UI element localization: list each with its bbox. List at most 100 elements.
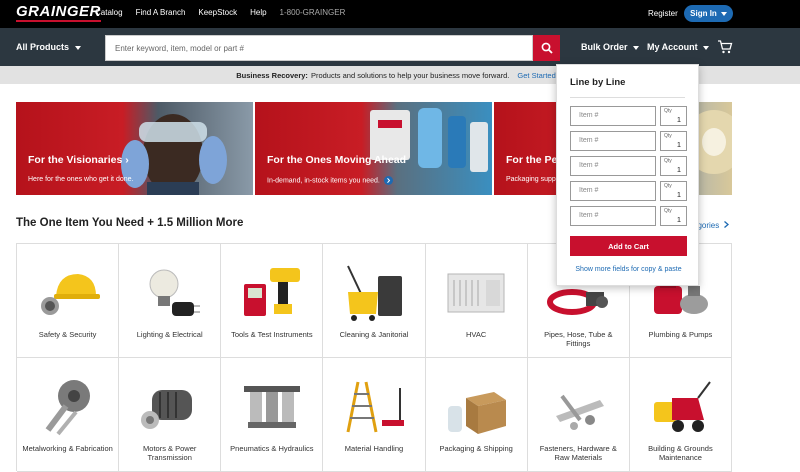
sign-in-label: Sign In <box>690 9 717 18</box>
qty-input[interactable]: Qty 1 <box>660 131 687 151</box>
mop-bucket-icon <box>347 265 402 321</box>
drill-icon <box>243 268 300 316</box>
item-number-input[interactable]: Item # <box>570 206 656 226</box>
cart-icon <box>718 40 733 54</box>
category-cleaning-janitorial[interactable]: Cleaning & Janitorial <box>323 244 426 358</box>
category-fasteners[interactable]: Fasteners, Hardware & Raw Materials <box>527 358 630 472</box>
help-link[interactable]: Help <box>250 8 266 17</box>
qty-value: 1 <box>676 215 681 224</box>
hero-moving-ahead[interactable]: For the Ones Moving Ahead In-demand, in-… <box>255 102 492 195</box>
section-title: The One Item You Need + 1.5 Million More <box>16 217 244 229</box>
category-label: Motors & Power Transmission <box>143 444 197 462</box>
register-link[interactable]: Register <box>648 9 678 18</box>
fasteners-icon <box>556 394 605 430</box>
hero-title: For the Visionaries › <box>28 154 129 166</box>
bulk-order-menu[interactable]: Bulk Order <box>581 42 640 52</box>
banner-text: Products and solutions to help your busi… <box>310 70 510 80</box>
category-safety-security[interactable]: Safety & Security <box>17 244 120 358</box>
category-material-handling[interactable]: Material Handling <box>323 358 426 472</box>
chevron-right-circle-icon <box>383 176 393 185</box>
qty-label: Qty <box>664 158 672 164</box>
category-motors-power[interactable]: Motors & Power Transmission <box>119 358 222 472</box>
category-pneumatics-hydraulics[interactable]: Pneumatics & Hydraulics <box>221 358 324 472</box>
hero-title: For the Ones Moving Ahead <box>267 154 407 166</box>
search-icon <box>541 42 553 54</box>
category-label: Lighting & Electrical <box>136 330 203 339</box>
nav-bar: All Products Enter keyword, item, model … <box>0 28 800 66</box>
popup-title: Line by Line <box>570 77 626 88</box>
chevron-down-icon <box>633 46 640 50</box>
category-label: Packaging & Shipping <box>439 444 513 453</box>
category-label: Material Handling <box>344 444 404 453</box>
add-to-cart-button[interactable]: Add to Cart <box>570 236 687 256</box>
hard-hat-icon <box>40 274 100 315</box>
show-more-fields-link[interactable]: Show more fields for copy & paste <box>570 266 687 273</box>
cart-button[interactable] <box>717 40 733 59</box>
sign-in-button[interactable]: Sign In <box>684 5 733 22</box>
category-label: Metalworking & Fabrication <box>22 444 113 453</box>
category-packaging-shipping[interactable]: Packaging & Shipping <box>425 358 528 472</box>
all-products-label: All Products <box>16 42 70 52</box>
item-number-input[interactable]: Item # <box>570 156 656 176</box>
category-label: Safety & Security <box>38 330 97 339</box>
item-number-input[interactable]: Item # <box>570 131 656 151</box>
get-started-link[interactable]: Get Started <box>517 71 555 80</box>
category-hvac[interactable]: HVAC <box>425 244 528 358</box>
search-button[interactable] <box>533 35 560 61</box>
hero-subtitle: In-demand, in-stock items you need. <box>267 176 393 185</box>
qty-input[interactable]: Qty 1 <box>660 206 687 226</box>
my-account-menu[interactable]: My Account <box>647 42 710 52</box>
catalog-link[interactable]: Catalog <box>95 8 123 17</box>
cutter-icon <box>45 380 90 436</box>
item-number-input[interactable]: Item # <box>570 106 656 126</box>
bulk-order-popup: Line by Line Item # Qty 1 Item # Qty 1 I… <box>556 64 699 286</box>
hero-visionaries[interactable]: For the Visionaries › Here for the ones … <box>16 102 253 195</box>
qty-input[interactable]: Qty 1 <box>660 156 687 176</box>
category-label: Tools & Test Instruments <box>231 330 313 339</box>
chevron-right-icon <box>724 221 730 228</box>
category-lighting-electrical[interactable]: Lighting & Electrical <box>119 244 222 358</box>
category-label: Plumbing & Pumps <box>648 330 713 339</box>
category-metalworking[interactable]: Metalworking & Fabrication <box>17 358 120 472</box>
divider <box>570 97 685 98</box>
top-bar: GRAINGER Catalog Find A Branch KeepStock… <box>0 0 800 28</box>
grainger-logo[interactable]: GRAINGER <box>16 4 101 22</box>
category-building-grounds[interactable]: Building & Grounds Maintenance <box>629 358 732 472</box>
qty-value: 1 <box>676 115 681 124</box>
find-branch-link[interactable]: Find A Branch <box>136 8 186 17</box>
category-tools-test[interactable]: Tools & Test Instruments <box>221 244 324 358</box>
air-conditioner-icon <box>447 273 505 313</box>
chevron-down-icon <box>720 11 727 16</box>
category-label: Fasteners, Hardware & Raw Materials <box>539 444 617 462</box>
hero-subtitle: Packaging supp <box>506 176 556 183</box>
hero-subtitle: Here for the ones who get it done. <box>28 176 134 183</box>
motor-icon <box>140 390 192 429</box>
category-label: Pneumatics & Hydraulics <box>230 444 314 453</box>
keepstock-link[interactable]: KeepStock <box>198 8 237 17</box>
all-products-menu[interactable]: All Products <box>16 42 81 52</box>
pneumatic-regulator-icon <box>243 386 300 428</box>
qty-value: 1 <box>676 140 681 149</box>
search-input[interactable]: Enter keyword, item, model or part # <box>105 35 533 61</box>
banner-heading: Business Recovery: <box>236 70 308 80</box>
qty-value: 1 <box>676 190 681 199</box>
box-icon <box>448 392 507 434</box>
qty-label: Qty <box>664 183 672 189</box>
phone-number[interactable]: 1-800-GRAINGER <box>280 8 346 17</box>
item-number-input[interactable]: Item # <box>570 181 656 201</box>
qty-value: 1 <box>676 165 681 174</box>
hero-title: For the Pe <box>506 154 558 166</box>
chevron-down-icon <box>703 46 710 50</box>
light-bulb-icon <box>149 269 200 316</box>
qty-input[interactable]: Qty 1 <box>660 181 687 201</box>
ladder-icon <box>346 381 404 433</box>
chevron-down-icon <box>74 46 81 50</box>
my-account-label: My Account <box>647 42 698 52</box>
category-label: HVAC <box>465 330 487 339</box>
category-label: Pipes, Hose, Tube & Fittings <box>544 330 613 348</box>
top-links: Catalog Find A Branch KeepStock Help 1-8… <box>95 8 358 17</box>
qty-label: Qty <box>664 208 672 214</box>
qty-input[interactable]: Qty 1 <box>660 106 687 126</box>
qty-label: Qty <box>664 108 672 114</box>
category-label: Cleaning & Janitorial <box>339 330 409 339</box>
